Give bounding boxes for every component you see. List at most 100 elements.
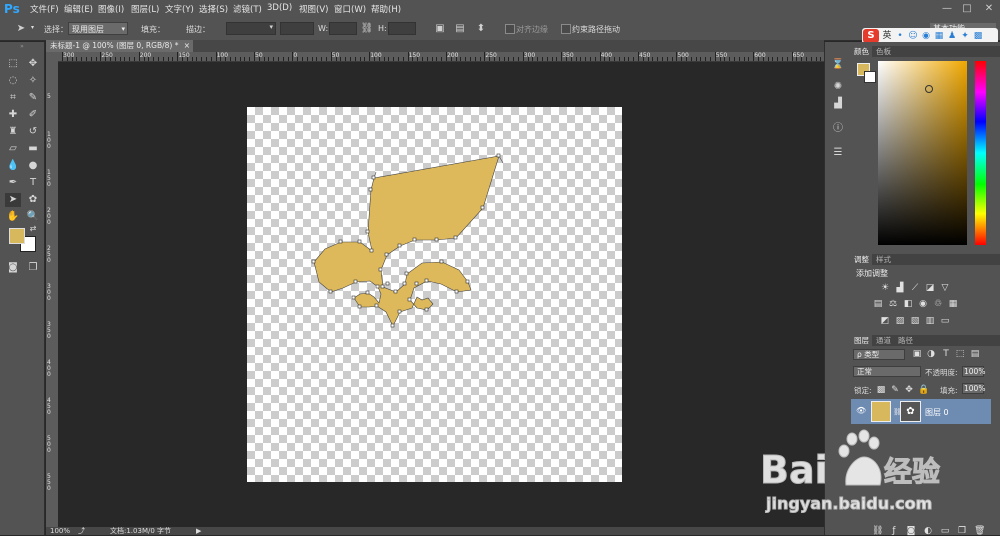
lock-transparent-icon[interactable]: ▩ <box>876 385 886 395</box>
anchor-point[interactable] <box>414 281 419 286</box>
anchor-point[interactable] <box>375 284 380 289</box>
path-operations-icon[interactable]: ▣ <box>433 22 447 36</box>
toolbox-collapse-icon[interactable]: » <box>0 44 44 50</box>
menu-view[interactable]: 视图(V) <box>299 3 328 15</box>
color-picker-field[interactable] <box>878 61 967 245</box>
tab-channels[interactable]: 通道 <box>873 335 894 346</box>
filter-type-icon[interactable]: T <box>941 349 951 359</box>
lock-image-icon[interactable]: ✎ <box>890 385 900 395</box>
menu-filter[interactable]: 滤镜(T) <box>233 3 262 15</box>
magic-wand-tool-icon[interactable]: ✧ <box>25 74 41 88</box>
filter-smart-object-icon[interactable]: ▤ <box>970 349 980 359</box>
brush-tool-icon[interactable]: ✐ <box>25 108 41 122</box>
crop-tool-icon[interactable]: ⌗ <box>5 91 21 105</box>
menu-3d[interactable]: 3D(D) <box>267 3 292 13</box>
black-white-icon[interactable]: ◧ <box>903 299 913 309</box>
filter-shape-icon[interactable]: ⬚ <box>955 349 965 359</box>
eraser-tool-icon[interactable]: ▱ <box>5 142 21 156</box>
hue-slider[interactable] <box>975 61 986 245</box>
photo-filter-icon[interactable]: ◉ <box>918 299 928 309</box>
anchor-point[interactable] <box>439 259 444 264</box>
ime-language-toggle[interactable]: 英 <box>881 30 893 42</box>
anchor-point[interactable] <box>402 281 407 286</box>
selective-color-icon[interactable]: ▥ <box>925 316 935 326</box>
type-tool-icon[interactable]: T <box>25 176 41 190</box>
tool-preset-arrow-icon[interactable]: ▾ <box>31 24 34 31</box>
curves-icon[interactable]: ⟋ <box>910 283 920 293</box>
close-button[interactable]: ✕ <box>980 2 998 16</box>
gradient-map-icon[interactable]: ▭ <box>940 316 950 326</box>
opacity-field[interactable]: 100% <box>962 366 985 377</box>
dodge-tool-icon[interactable]: ● <box>25 159 41 173</box>
tab-color[interactable]: 颜色 <box>851 46 872 57</box>
healing-brush-tool-icon[interactable]: ✚ <box>5 108 21 122</box>
tab-swatches[interactable]: 色板 <box>873 46 894 57</box>
anchor-point[interactable] <box>365 229 370 234</box>
foreground-color-swatch[interactable] <box>9 228 25 244</box>
anchor-point[interactable] <box>407 297 412 302</box>
width-field[interactable] <box>329 22 357 35</box>
swap-colors-icon[interactable]: ⇄ <box>25 222 41 236</box>
layer-thumbnail[interactable] <box>871 401 891 422</box>
hue-saturation-icon[interactable]: ▤ <box>873 299 883 309</box>
blend-mode-dropdown[interactable]: 正常 <box>853 366 921 377</box>
tab-layers[interactable]: 图层 <box>851 335 872 346</box>
anchor-point[interactable] <box>369 248 374 253</box>
maximize-button[interactable]: □ <box>958 2 976 16</box>
minimize-button[interactable]: — <box>938 2 956 16</box>
user-icon[interactable]: ♟ <box>946 30 958 42</box>
invert-icon[interactable]: ◩ <box>880 316 890 326</box>
stroke-width-field[interactable]: ▾ <box>226 22 276 35</box>
menu-layer[interactable]: 图层(L) <box>131 3 159 15</box>
quick-mask-icon[interactable]: ◙ <box>5 261 21 275</box>
marquee-tool-icon[interactable]: ⬚ <box>5 57 21 71</box>
tab-adjustments[interactable]: 调整 <box>851 254 872 265</box>
history-panel-icon[interactable]: ⌛ <box>831 58 845 72</box>
properties-panel-icon[interactable]: ☰ <box>831 146 845 160</box>
anchor-point[interactable] <box>397 309 402 314</box>
anchor-point[interactable] <box>390 323 395 328</box>
anchor-point[interactable] <box>328 289 333 294</box>
anchor-point[interactable] <box>311 259 316 264</box>
panel-background-swatch[interactable] <box>864 71 876 83</box>
fleur-de-lis-shape[interactable] <box>247 107 622 482</box>
blur-tool-icon[interactable]: 💧 <box>5 159 21 173</box>
anchor-point[interactable] <box>378 267 383 272</box>
color-picker-cursor[interactable] <box>925 85 933 93</box>
chevron-right-icon[interactable]: ▶ <box>196 527 201 535</box>
anchor-point[interactable] <box>412 237 417 242</box>
vector-mask-thumbnail[interactable]: ✿ <box>900 401 921 422</box>
posterize-icon[interactable]: ▨ <box>895 316 905 326</box>
anchor-point[interactable] <box>357 304 362 309</box>
horizontal-ruler[interactable]: 300 250 200 150 100 50 0 50 100 150 200 250 300 350 40… <box>58 52 824 62</box>
toolbox-icon[interactable]: ▩ <box>972 30 984 42</box>
anchor-point[interactable] <box>338 239 343 244</box>
anchor-point[interactable] <box>384 252 389 257</box>
anchor-point[interactable] <box>374 303 379 308</box>
fill-field[interactable]: 100% <box>962 383 985 394</box>
path-selection-tool-icon[interactable]: ➤ <box>5 193 21 207</box>
color-lookup-icon[interactable]: ▦ <box>948 299 958 309</box>
select-mode-dropdown[interactable]: 现用图层 ▾ <box>68 22 128 35</box>
hand-tool-icon[interactable]: ✋ <box>5 210 21 224</box>
share-icon[interactable]: ⤴ <box>78 527 85 535</box>
eyedropper-tool-icon[interactable]: ✎ <box>25 91 41 105</box>
anchor-point[interactable] <box>480 205 485 210</box>
pen-tool-icon[interactable]: ✒ <box>5 176 21 190</box>
anchor-point[interactable] <box>404 271 409 276</box>
menu-select[interactable]: 选择(S) <box>199 3 228 15</box>
menu-edit[interactable]: 编辑(E) <box>64 3 93 15</box>
tab-paths[interactable]: 路径 <box>895 335 916 346</box>
exposure-icon[interactable]: ◪ <box>925 283 935 293</box>
anchor-point[interactable] <box>385 281 390 286</box>
anchor-point[interactable] <box>357 239 362 244</box>
eye-icon[interactable]: 👁 <box>856 406 866 415</box>
anchor-point[interactable] <box>397 243 402 248</box>
brightness-contrast-icon[interactable]: ☀ <box>880 283 890 293</box>
anchor-point[interactable] <box>368 187 373 192</box>
menu-file[interactable]: 文件(F) <box>30 3 59 15</box>
path-alignment-icon[interactable]: ▤ <box>453 22 467 36</box>
menu-image[interactable]: 图像(I) <box>98 3 124 15</box>
anchor-point[interactable] <box>365 290 370 295</box>
anchor-point[interactable] <box>351 295 356 300</box>
